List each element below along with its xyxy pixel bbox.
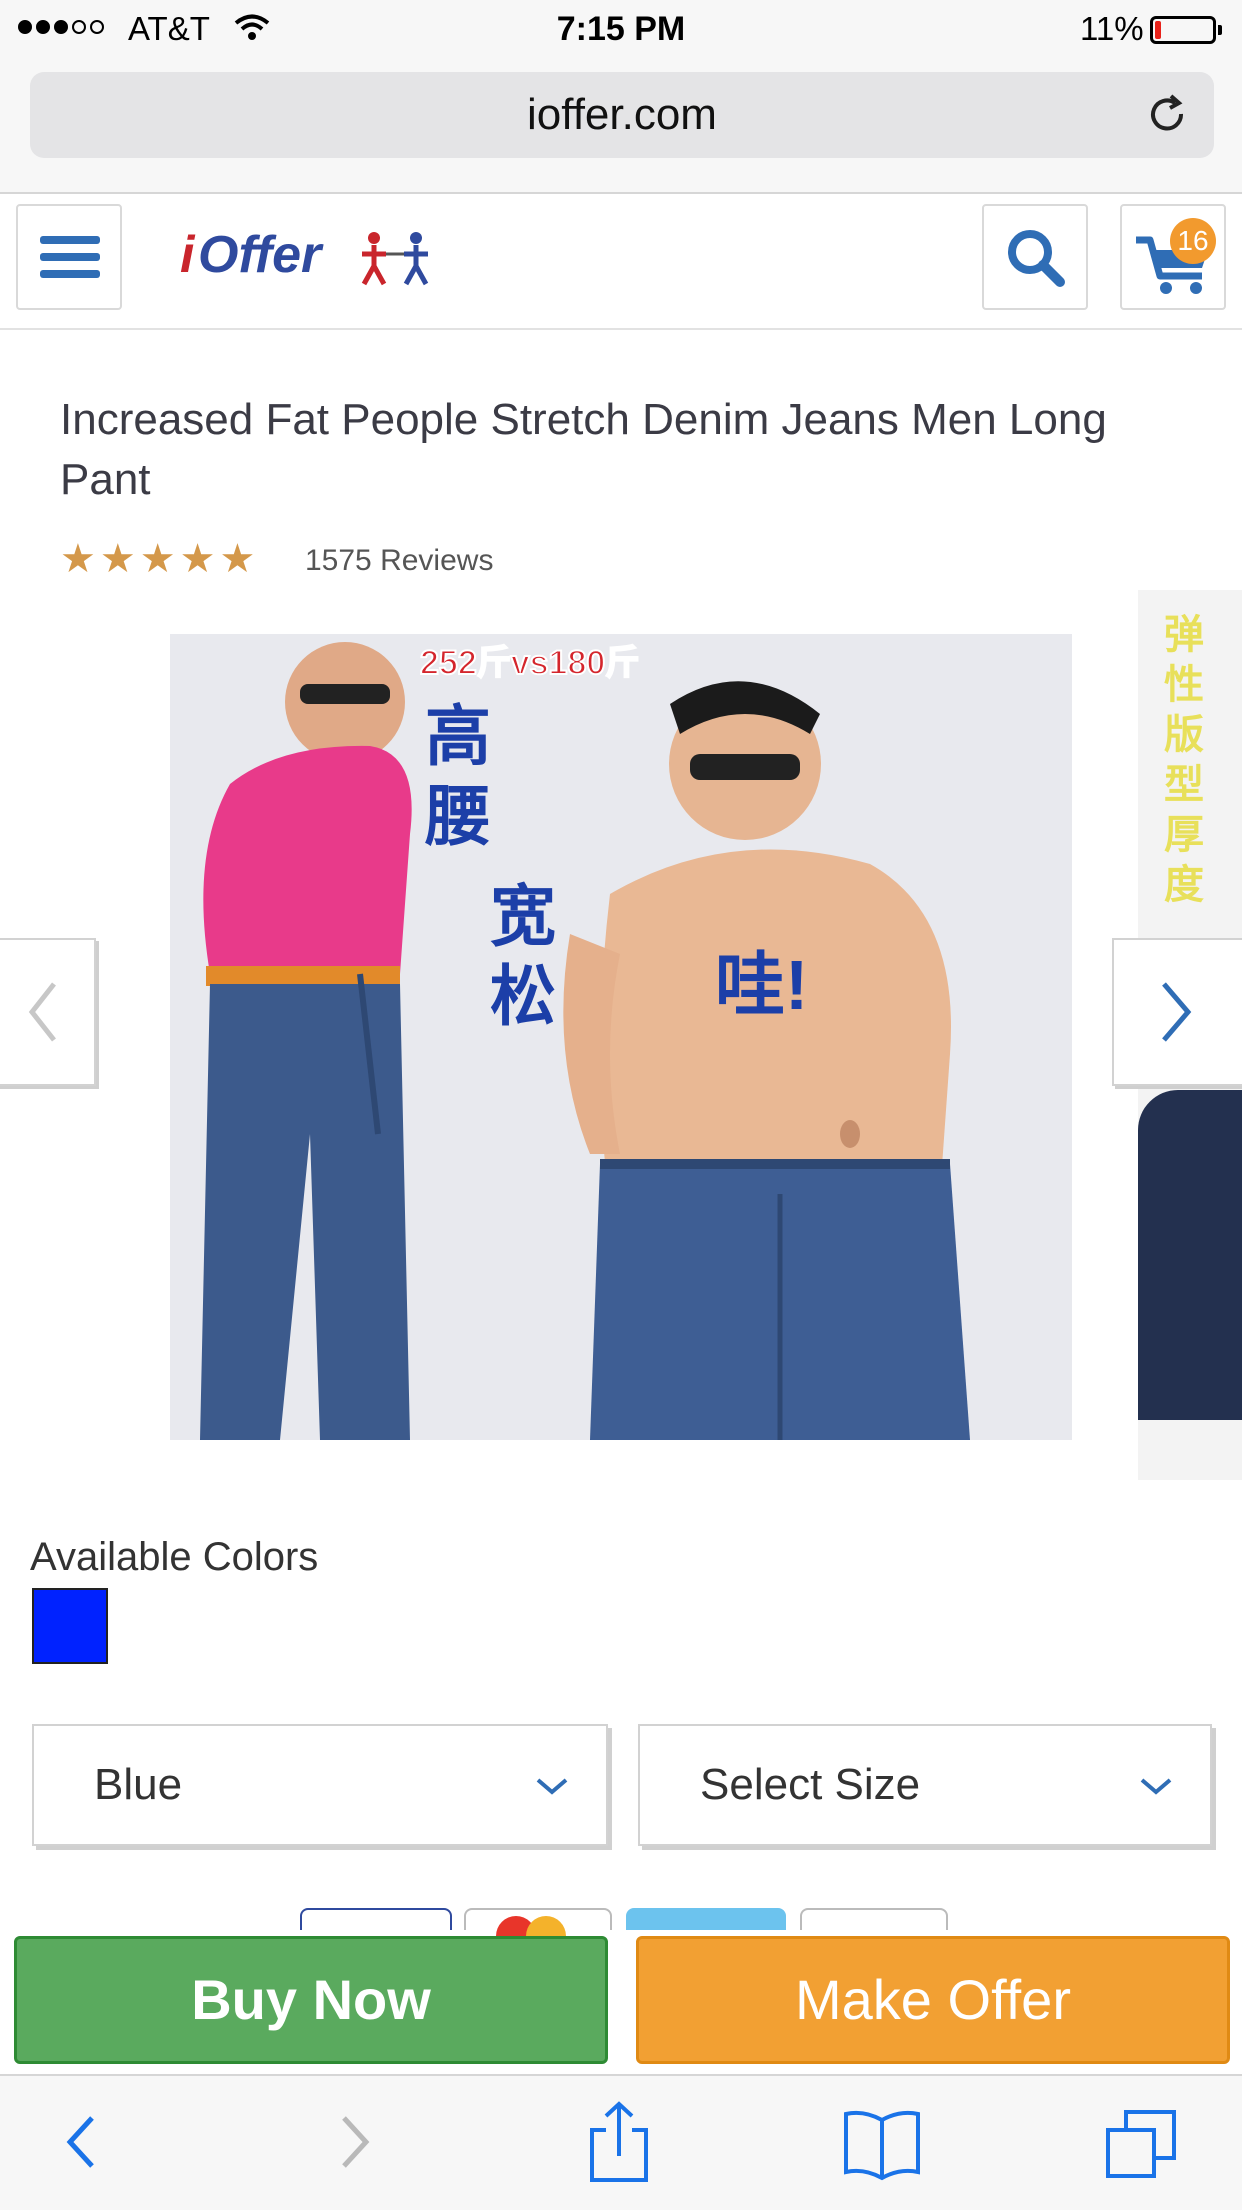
image-text-loose-2: 松	[490, 959, 556, 1033]
rating-stars: ★★★★★	[60, 537, 260, 581]
size-select[interactable]: Select Size	[638, 1724, 1212, 1846]
product-photo-illustration: 252斤vs180斤 高 腰 宽 松 哇!	[170, 634, 1072, 1440]
clock: 7:15 PM	[556, 10, 686, 48]
bookmarks-icon[interactable]	[840, 2100, 924, 2184]
image-text-high-waist-2: 腰	[425, 779, 491, 853]
battery-nub	[1218, 25, 1222, 35]
color-select[interactable]: Blue	[32, 1724, 608, 1846]
payment-logo	[464, 1908, 612, 1936]
cart-button[interactable]	[1120, 204, 1226, 310]
make-offer-button[interactable]: Make Offer	[636, 1936, 1230, 2064]
payment-logo	[626, 1908, 786, 1930]
chevron-left-icon	[28, 982, 56, 1042]
size-select-placeholder: Select Size	[700, 1760, 921, 1809]
reload-icon[interactable]	[1145, 92, 1191, 138]
image-text-high-waist-1: 高	[425, 699, 491, 773]
share-icon[interactable]	[584, 2100, 654, 2184]
carousel-next-button[interactable]	[1112, 938, 1242, 1086]
image-banner-text: 252斤vs180斤	[420, 644, 639, 682]
product-title: Increased Fat People Stretch Denim Jeans…	[60, 395, 1107, 504]
available-colors-label: Available Colors	[30, 1535, 319, 1579]
forward-icon[interactable]	[324, 2100, 384, 2184]
buy-now-button[interactable]: Buy Now	[14, 1936, 608, 2064]
carousel-prev-button[interactable]	[0, 938, 96, 1086]
image-text-loose-1: 宽	[490, 879, 556, 953]
search-icon	[1008, 230, 1065, 287]
battery-icon	[1150, 16, 1216, 44]
payment-logo	[800, 1908, 948, 1930]
hamburger-menu-icon	[40, 236, 100, 278]
chevron-down-icon	[1140, 1778, 1172, 1795]
menu-button[interactable]	[16, 204, 122, 310]
image-text-wow: 哇!	[715, 946, 808, 1024]
product-image[interactable]: 252斤vs180斤 高 腰 宽 松 哇!	[170, 634, 1072, 1440]
cart-count-badge: 16	[1170, 218, 1216, 264]
chevron-down-icon	[536, 1778, 568, 1795]
ioffer-logo[interactable]: i Offer	[180, 222, 450, 299]
svg-text:Offer: Offer	[198, 226, 324, 284]
back-icon[interactable]	[50, 2100, 110, 2184]
color-swatch-blue[interactable]	[32, 1588, 108, 1664]
url-text[interactable]: ioffer.com	[30, 72, 1214, 158]
color-select-value: Blue	[94, 1760, 183, 1809]
battery-percentage: 11%	[1080, 10, 1144, 47]
side-text: 弹性 版型 厚度	[1164, 613, 1204, 907]
svg-text:i: i	[180, 226, 196, 284]
payment-logo	[300, 1908, 452, 1930]
reviews-link[interactable]: 1575 Reviews	[305, 544, 493, 578]
search-button[interactable]	[982, 204, 1088, 310]
tabs-icon[interactable]	[1100, 2100, 1184, 2184]
chevron-right-icon	[1162, 982, 1192, 1042]
